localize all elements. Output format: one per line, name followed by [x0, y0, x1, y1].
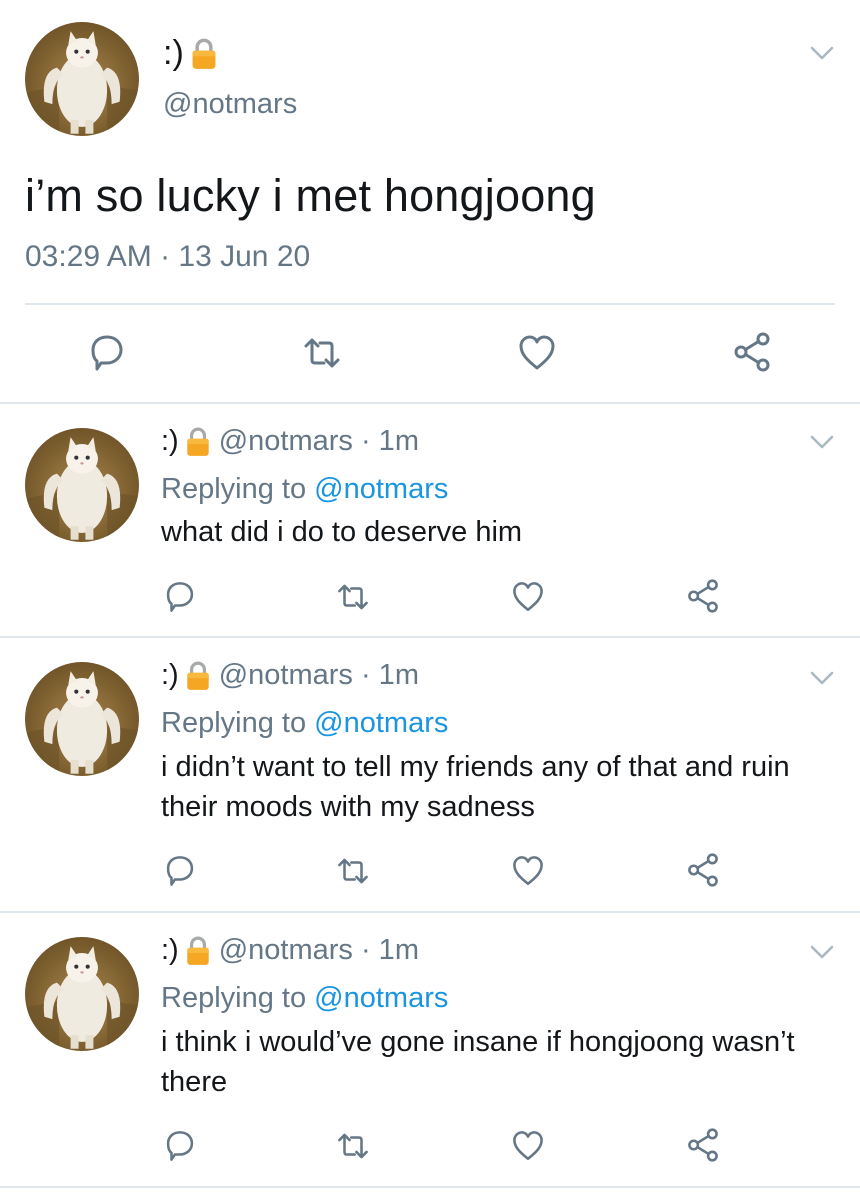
- lock-icon: [185, 936, 211, 966]
- author-handle[interactable]: @notmars: [163, 88, 297, 121]
- reply-icon[interactable]: [163, 1129, 197, 1163]
- lock-icon: [190, 38, 218, 70]
- mention-link[interactable]: @notmars: [314, 982, 448, 1014]
- heart-icon[interactable]: [510, 1129, 546, 1163]
- tweet-text: what did i do to deserve him: [161, 516, 523, 548]
- display-name[interactable]: :): [161, 934, 179, 967]
- tweet-text: i think i would’ve gone insane if hongjo…: [161, 1026, 795, 1098]
- reply-icon[interactable]: [163, 580, 197, 614]
- replying-to: Replying to @notmars: [161, 982, 448, 1015]
- tweet-timestamp[interactable]: 03:29 AM · 13 Jun 20: [25, 240, 310, 274]
- retweet-icon[interactable]: [300, 333, 344, 373]
- reply-tweet[interactable]: :) @notmars · 1m Replying to @notmars wh…: [0, 403, 860, 637]
- reply-icon[interactable]: [163, 854, 197, 888]
- avatar[interactable]: [25, 937, 139, 1051]
- display-name[interactable]: :): [163, 34, 184, 73]
- cat-avatar-image: [25, 22, 139, 136]
- share-icon[interactable]: [686, 853, 720, 887]
- heart-icon[interactable]: [510, 854, 546, 888]
- handle-timestamp[interactable]: @notmars · 1m: [219, 425, 419, 458]
- lock-icon: [185, 661, 211, 691]
- replying-label: Replying to: [161, 473, 315, 505]
- share-icon[interactable]: [732, 332, 772, 372]
- reply-tweet[interactable]: :) @notmars · 1m Replying to @notmars i …: [0, 912, 860, 1187]
- author-name-row[interactable]: :) @notmars · 1m: [161, 425, 419, 458]
- replying-to: Replying to @notmars: [161, 473, 448, 506]
- mention-link[interactable]: @notmars: [314, 473, 448, 505]
- author-name-row[interactable]: :) @notmars · 1m: [161, 934, 419, 967]
- avatar[interactable]: [25, 22, 139, 136]
- reply-icon[interactable]: [87, 333, 127, 373]
- handle-timestamp[interactable]: @notmars · 1m: [219, 659, 419, 692]
- cat-avatar-image: [25, 428, 139, 542]
- lock-icon: [185, 427, 211, 457]
- chevron-down-icon[interactable]: [809, 434, 835, 450]
- tweet-text: i didn’t want to tell my friends any of …: [161, 751, 790, 823]
- retweet-icon[interactable]: [334, 580, 372, 614]
- avatar[interactable]: [25, 662, 139, 776]
- author-name-row[interactable]: :): [163, 34, 218, 73]
- reply-tweet[interactable]: :) @notmars · 1m Replying to @notmars i …: [0, 637, 860, 912]
- heart-icon[interactable]: [516, 333, 558, 373]
- cat-avatar-image: [25, 662, 139, 776]
- chevron-down-icon[interactable]: [809, 45, 835, 61]
- author-name-row[interactable]: :) @notmars · 1m: [161, 659, 419, 692]
- main-tweet: :) @notmars i’m so lucky i met hongjoong…: [0, 0, 860, 403]
- share-icon[interactable]: [686, 1128, 720, 1162]
- replying-to: Replying to @notmars: [161, 707, 448, 740]
- chevron-down-icon[interactable]: [809, 944, 835, 960]
- replying-label: Replying to: [161, 982, 315, 1014]
- divider: [0, 1186, 860, 1188]
- divider: [25, 303, 835, 305]
- avatar[interactable]: [25, 428, 139, 542]
- retweet-icon[interactable]: [334, 854, 372, 888]
- retweet-icon[interactable]: [334, 1129, 372, 1163]
- mention-link[interactable]: @notmars: [314, 707, 448, 739]
- heart-icon[interactable]: [510, 580, 546, 614]
- share-icon[interactable]: [686, 579, 720, 613]
- chevron-down-icon[interactable]: [809, 670, 835, 686]
- display-name[interactable]: :): [161, 425, 179, 458]
- cat-avatar-image: [25, 937, 139, 1051]
- tweet-text: i’m so lucky i met hongjoong: [25, 170, 596, 221]
- replying-label: Replying to: [161, 707, 315, 739]
- handle-timestamp[interactable]: @notmars · 1m: [219, 934, 419, 967]
- display-name[interactable]: :): [161, 659, 179, 692]
